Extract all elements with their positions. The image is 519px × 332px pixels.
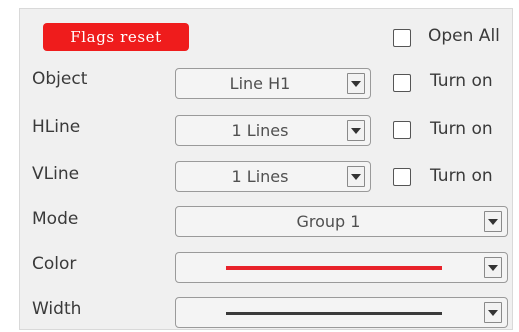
dropdown-arrow-icon[interactable]: [484, 211, 502, 232]
width-swatch-line: [226, 312, 442, 315]
object-select-value: Line H1: [229, 74, 291, 93]
open-all-label: Open All: [428, 26, 500, 46]
vline-label: VLine: [32, 164, 80, 184]
open-all-checkbox[interactable]: [393, 29, 411, 47]
object-turn-on-checkbox[interactable]: [393, 74, 411, 92]
hline-label: HLine: [32, 117, 81, 137]
dropdown-arrow-icon[interactable]: [347, 73, 365, 94]
dropdown-arrow-icon[interactable]: [347, 166, 365, 187]
dropdown-arrow-icon[interactable]: [484, 302, 502, 323]
flags-reset-button[interactable]: Flags reset: [43, 23, 189, 51]
vline-select-value: 1 Lines: [231, 167, 289, 186]
object-label: Object: [32, 69, 88, 89]
mode-select-value: Group 1: [296, 212, 361, 231]
vline-turn-on-label: Turn on: [430, 166, 493, 186]
mode-select[interactable]: Group 1: [175, 206, 508, 237]
mode-label: Mode: [32, 209, 79, 229]
vline-select[interactable]: 1 Lines: [175, 161, 371, 192]
color-swatch-line: [226, 266, 442, 270]
hline-select-value: 1 Lines: [231, 121, 289, 140]
dropdown-arrow-icon[interactable]: [347, 120, 365, 141]
hline-turn-on-checkbox[interactable]: [393, 121, 411, 139]
vline-turn-on-checkbox[interactable]: [393, 168, 411, 186]
object-turn-on-label: Turn on: [430, 71, 493, 91]
object-select[interactable]: Line H1: [175, 68, 371, 99]
hline-select[interactable]: 1 Lines: [175, 115, 371, 146]
hline-turn-on-label: Turn on: [430, 119, 493, 139]
width-select[interactable]: [175, 297, 508, 328]
color-label: Color: [32, 254, 77, 274]
dropdown-arrow-icon[interactable]: [484, 257, 502, 278]
color-select[interactable]: [175, 252, 508, 283]
width-label: Width: [32, 299, 82, 319]
